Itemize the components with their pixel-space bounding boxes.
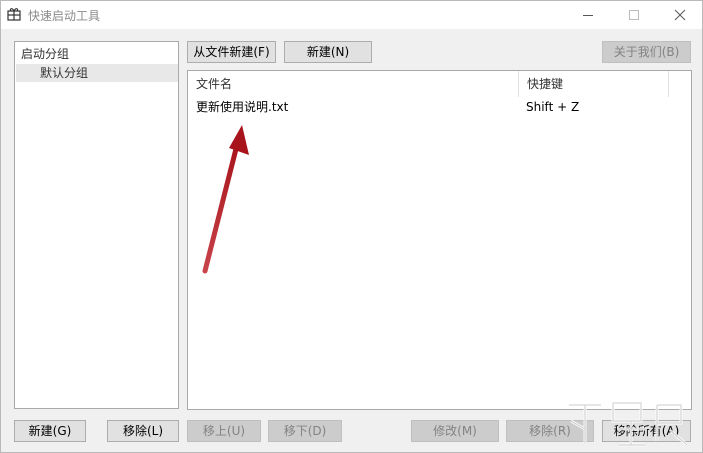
file-table[interactable]: 文件名 快捷键 更新使用说明.txt Shift + Z (187, 70, 692, 410)
app-gift-icon (7, 7, 21, 21)
group-item-default[interactable]: 默认分组 (16, 64, 178, 82)
about-button[interactable]: 关于我们(B) (602, 41, 691, 63)
modify-button[interactable]: 修改(M) (411, 420, 499, 442)
window-title: 快速启动工具 (28, 9, 101, 23)
minimize-icon (583, 15, 593, 16)
table-row[interactable]: 更新使用说明.txt Shift + Z (188, 97, 668, 117)
new-from-file-button[interactable]: 从文件新建(F) (187, 41, 276, 63)
close-button[interactable] (657, 1, 703, 29)
title-bar[interactable]: 快速启动工具 (1, 1, 702, 29)
group-item-root[interactable]: 启动分组 (21, 45, 179, 63)
move-up-button[interactable]: 移上(U) (187, 420, 261, 442)
new-button[interactable]: 新建(N) (284, 41, 372, 63)
column-header-filename[interactable]: 文件名 (188, 71, 519, 97)
maximize-button[interactable] (611, 1, 657, 29)
annotation-arrow-icon (202, 125, 249, 274)
file-name-cell: 更新使用说明.txt (196, 100, 289, 114)
add-group-button[interactable]: 新建(G) (14, 420, 86, 442)
app-window: 快速启动工具 启动分组 默认分组 从文件新建(F) 新建(N) 关于我们(B) … (0, 0, 703, 453)
group-list[interactable]: 启动分组 默认分组 (14, 41, 179, 409)
remove-group-button[interactable]: 移除(L) (107, 420, 179, 442)
close-icon (674, 9, 686, 21)
maximize-icon (629, 10, 639, 20)
column-header-hotkey[interactable]: 快捷键 (519, 71, 669, 97)
minimize-button[interactable] (565, 1, 611, 29)
hotkey-cell: Shift + Z (526, 100, 580, 114)
move-down-button[interactable]: 移下(D) (268, 420, 342, 442)
watermark-logo-icon (569, 401, 688, 447)
